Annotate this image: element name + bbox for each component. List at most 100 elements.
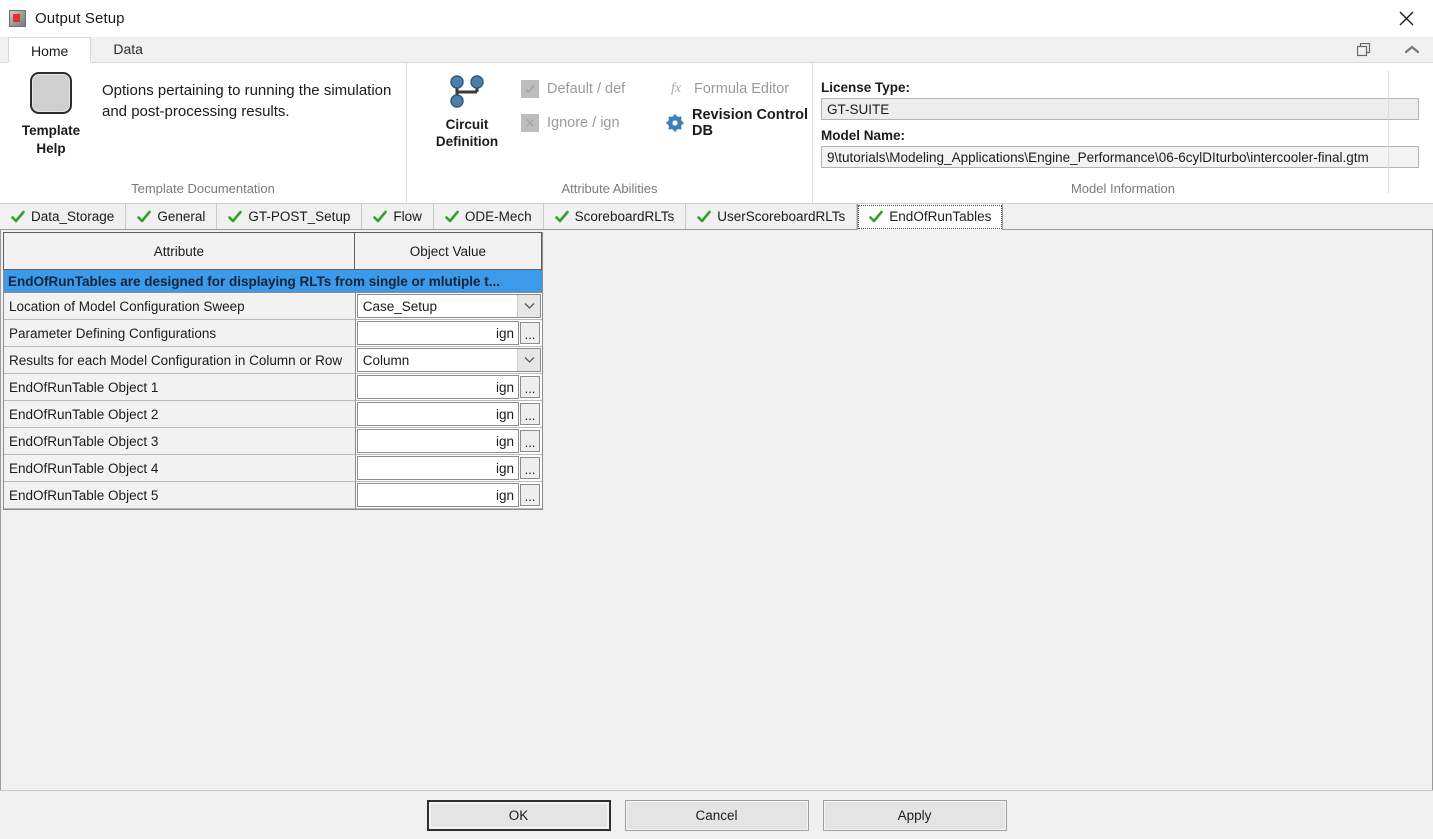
browse-button[interactable]: ... <box>520 430 540 452</box>
ribbon: Template Help Options pertaining to runn… <box>0 63 1433 204</box>
ignore-ign-button: Ignore / ign <box>521 106 666 140</box>
chevron-down-icon[interactable] <box>517 295 540 317</box>
end-of-run-table-object-4-field[interactable]: ign <box>356 456 519 480</box>
check-icon <box>137 210 152 222</box>
circuit-definition-button[interactable]: Circuit Definition <box>421 72 513 179</box>
tab-label: Flow <box>393 209 422 224</box>
ok-button[interactable]: OK <box>426 799 611 831</box>
model-name-label: Model Name: <box>821 128 906 143</box>
check-icon <box>869 210 884 222</box>
value-cell: ign ... <box>355 428 542 455</box>
circuit-definition-icon <box>450 75 484 108</box>
attribute-label: EndOfRunTable Object 1 <box>4 374 356 401</box>
attribute-label: EndOfRunTable Object 5 <box>4 482 356 509</box>
end-of-run-table-object-1-field[interactable]: ign <box>356 375 519 399</box>
browse-button[interactable]: ... <box>520 376 540 398</box>
browse-button[interactable]: ... <box>520 403 540 425</box>
column-header-attribute[interactable]: Attribute <box>3 232 355 270</box>
column-header-object-value[interactable]: Object Value <box>353 232 542 270</box>
ignore-ign-label: Ignore / ign <box>547 115 620 131</box>
model-name-field[interactable]: 9\tutorials\Modeling_Applications\Engine… <box>821 146 1419 168</box>
tab-data-storage[interactable]: Data_Storage <box>0 204 127 229</box>
table-row: Location of Model Configuration Sweep Ca… <box>4 293 542 320</box>
check-icon <box>228 210 243 222</box>
combo-value: Column <box>362 352 410 368</box>
template-help-label-line1: Template <box>21 123 81 138</box>
attribute-label: Parameter Defining Configurations <box>4 320 356 347</box>
checkbox-crossed-icon <box>521 114 539 132</box>
end-of-run-table-object-5-field[interactable]: ign <box>356 483 519 507</box>
content-panel: Attribute Object Value EndOfRunTables ar… <box>0 230 1433 790</box>
revision-control-db-button[interactable]: Revision Control DB <box>666 106 812 140</box>
tab-label: EndOfRunTables <box>889 209 992 224</box>
check-icon <box>697 210 712 222</box>
location-of-model-configuration-sweep-combo[interactable]: Case_Setup <box>356 294 541 318</box>
tab-gt-post-setup[interactable]: GT-POST_Setup <box>217 204 363 229</box>
value-cell: ign ... <box>355 482 542 509</box>
ribbon-tab-data[interactable]: Data <box>91 36 165 62</box>
results-column-or-row-combo[interactable]: Column <box>356 348 541 372</box>
ribbon-divider <box>1388 71 1389 193</box>
template-help-label-line2: Help <box>36 141 66 156</box>
default-def-button: Default / def <box>521 72 666 106</box>
cancel-button[interactable]: Cancel <box>624 799 809 831</box>
tab-label: General <box>157 209 206 224</box>
template-help-button[interactable]: Template Help <box>8 72 94 179</box>
tab-end-of-run-tables[interactable]: EndOfRunTables <box>857 204 1004 230</box>
close-icon[interactable] <box>1391 6 1421 30</box>
browse-button[interactable]: ... <box>520 484 540 506</box>
formula-editor-label: Formula Editor <box>694 81 790 97</box>
gear-icon <box>666 113 684 133</box>
circuit-definition-label-line1: Circuit <box>445 117 489 132</box>
ribbon-tab-strip: Home Data <box>0 37 1433 63</box>
value-cell: Case_Setup <box>355 293 542 320</box>
group-title-template-documentation: Template Documentation <box>131 181 275 196</box>
end-of-run-table-object-3-field[interactable]: ign <box>356 429 519 453</box>
value-cell: Column <box>355 347 542 374</box>
table-row: EndOfRunTable Object 5 ign ... <box>4 482 542 509</box>
table-row: EndOfRunTable Object 4 ign ... <box>4 455 542 482</box>
check-icon <box>445 210 459 222</box>
template-help-icon <box>30 72 72 114</box>
apply-button[interactable]: Apply <box>822 799 1007 831</box>
window-title: Output Setup <box>35 10 125 27</box>
parameter-defining-configurations-field[interactable]: ign <box>356 321 519 345</box>
group-title-attribute-abilities: Attribute Abilities <box>561 181 658 196</box>
restore-window-icon[interactable] <box>1353 39 1375 61</box>
browse-button[interactable]: ... <box>520 322 540 344</box>
app-icon <box>9 10 26 27</box>
tab-label: ScoreboardRLTs <box>574 209 675 224</box>
group-title-model-information: Model Information <box>1070 181 1176 196</box>
ribbon-tab-home[interactable]: Home <box>8 37 92 63</box>
tab-general[interactable]: General <box>126 204 218 229</box>
table-banner: EndOfRunTables are designed for displayi… <box>4 270 542 293</box>
fx-icon: fx <box>670 81 682 96</box>
table-row: EndOfRunTable Object 1 ign ... <box>4 374 542 401</box>
ribbon-group-model-information: License Type: GT-SUITE Model Name: 9\tut… <box>812 63 1433 203</box>
license-type-field[interactable]: GT-SUITE <box>821 98 1419 120</box>
template-description: Options pertaining to running the simula… <box>102 82 392 120</box>
chevron-down-icon[interactable] <box>517 349 540 371</box>
attribute-label: Results for each Model Configuration in … <box>4 347 356 374</box>
ribbon-group-attribute-abilities: Circuit Definition Default / def fx Form… <box>406 63 812 203</box>
table-row: Parameter Defining Configurations ign ..… <box>4 320 542 347</box>
attribute-label: Location of Model Configuration Sweep <box>4 293 356 320</box>
license-type-label: License Type: <box>821 80 911 95</box>
tab-scoreboard-rlts[interactable]: ScoreboardRLTs <box>543 204 687 229</box>
collapse-ribbon-icon[interactable] <box>1401 39 1423 61</box>
table-row: EndOfRunTable Object 2 ign ... <box>4 401 542 428</box>
table-header-row: Attribute Object Value <box>3 232 542 270</box>
tab-user-scoreboard-rlts[interactable]: UserScoreboardRLTs <box>686 204 858 229</box>
combo-value: Case_Setup <box>362 298 438 314</box>
tab-label: GT-POST_Setup <box>248 209 351 224</box>
end-of-run-table-object-2-field[interactable]: ign <box>356 402 519 426</box>
table-row: EndOfRunTable Object 3 ign ... <box>4 428 542 455</box>
browse-button[interactable]: ... <box>520 457 540 479</box>
formula-editor-button: fx Formula Editor <box>666 72 812 106</box>
table-row: Results for each Model Configuration in … <box>4 347 542 374</box>
tab-ode-mech[interactable]: ODE-Mech <box>433 204 544 229</box>
circuit-definition-label-line2: Definition <box>435 134 499 149</box>
ribbon-corner-controls <box>1353 39 1423 61</box>
tab-flow[interactable]: Flow <box>362 204 434 229</box>
tab-label: UserScoreboardRLTs <box>717 209 846 224</box>
